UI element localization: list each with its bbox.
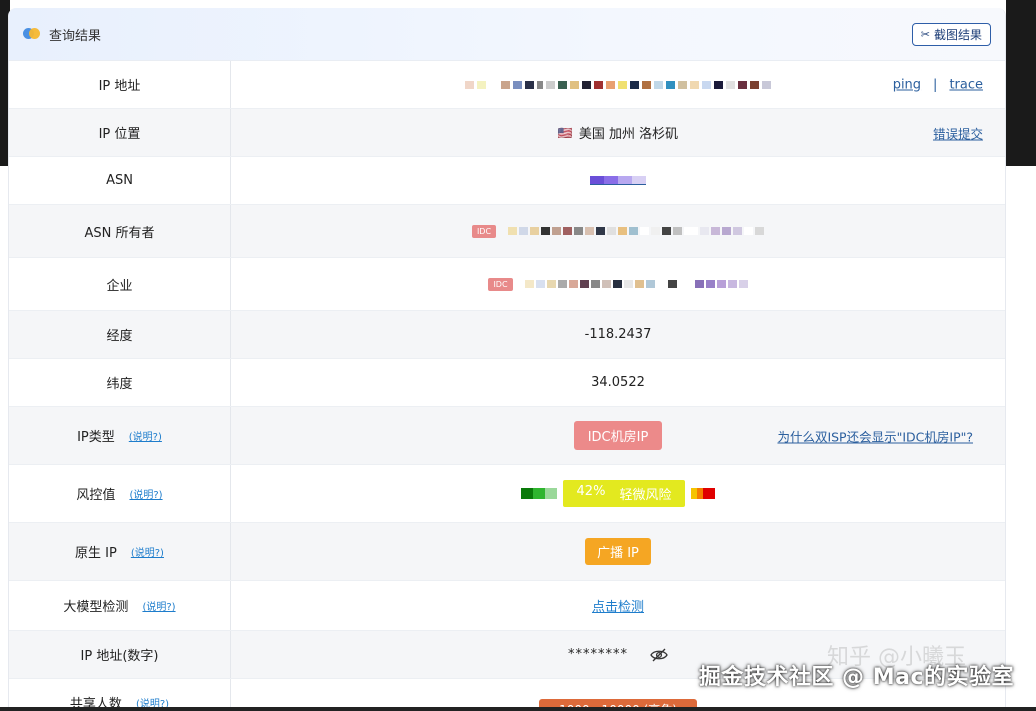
row-llm-detection: 大模型检测 (说明?) 点击检测	[9, 581, 1005, 631]
label-native-ip: 原生 IP (说明?)	[9, 523, 231, 580]
result-card: 查询结果 ✂ 截图结果 IP 地址 ping | trace IP 位置 🇺🇸 美国…	[8, 8, 1006, 711]
header-title: 查询结果	[49, 28, 102, 44]
eye-hidden-icon[interactable]	[650, 648, 668, 662]
native-ip-badge: 广播 IP	[585, 538, 651, 565]
scissors-icon: ✂	[920, 28, 930, 41]
value-ip-location: 🇺🇸 美国 加州 洛杉矶 错误提交	[231, 109, 1005, 156]
label-asn: ASN	[9, 157, 231, 204]
row-company: 企业 IDC	[9, 258, 1005, 311]
background-right	[1006, 0, 1036, 166]
row-ip-address: IP 地址 ping | trace	[9, 61, 1005, 109]
risk-percent: 42%	[576, 484, 606, 499]
label-risk-score: 风控值 (说明?)	[9, 465, 231, 522]
ip-number-masked: ********	[568, 647, 628, 662]
asn-redacted[interactable]	[590, 176, 646, 185]
label-ip-address: IP 地址	[9, 61, 231, 108]
logo-icon	[23, 28, 41, 40]
risk-badge: 42% 轻微风险	[562, 480, 686, 507]
value-ip-type: IDC机房IP 为什么双ISP还会显示"IDC机房IP"?	[231, 407, 1005, 464]
dual-isp-faq-link[interactable]: 为什么双ISP还会显示"IDC机房IP"?	[777, 426, 973, 445]
screenshot-button-label: 截图结果	[933, 27, 982, 42]
report-error-link[interactable]: 错误提交	[933, 123, 983, 142]
risk-help-link[interactable]: (说明?)	[129, 486, 162, 501]
llm-label-text: 大模型检测	[63, 600, 129, 615]
row-asn-owner: ASN 所有者 IDC	[9, 205, 1005, 258]
watermark: 掘金技术社区 @ Mac的实验室	[698, 665, 1014, 690]
click-detect-link[interactable]: 点击检测	[592, 596, 644, 615]
ip-tools: ping | trace	[893, 77, 983, 92]
value-ip-address: ping | trace	[231, 61, 1005, 108]
value-company: IDC	[231, 258, 1005, 310]
ip-type-badge: IDC机房IP	[573, 421, 663, 450]
label-latitude: 纬度	[9, 359, 231, 406]
value-llm-detection: 点击检测	[231, 581, 1005, 630]
label-ip-number: IP 地址(数字)	[9, 631, 231, 678]
label-ip-location: IP 位置	[9, 109, 231, 156]
ip-location-text: 美国 加州 洛杉矶	[578, 127, 679, 142]
row-risk-score: 风控值 (说明?) 42% 轻微风险	[9, 465, 1005, 523]
row-latitude: 纬度 34.0522	[9, 359, 1005, 407]
risk-meter: 42% 轻微风险	[520, 480, 716, 507]
row-native-ip: 原生 IP (说明?) 广播 IP	[9, 523, 1005, 581]
idc-tag: IDC	[488, 277, 513, 291]
link-separator: |	[933, 77, 938, 92]
company-redacted	[524, 280, 748, 288]
idc-tag: IDC	[471, 224, 497, 238]
label-ip-type: IP类型 (说明?)	[9, 407, 231, 464]
us-flag-icon: 🇺🇸	[557, 125, 573, 140]
asn-owner-redacted	[508, 227, 765, 235]
background-bottom	[0, 707, 1036, 711]
risk-label-text: 风控值	[76, 488, 116, 503]
ping-link[interactable]: ping	[893, 77, 921, 92]
value-asn-owner: IDC	[231, 205, 1005, 257]
llm-help-link[interactable]: (说明?)	[142, 598, 175, 613]
value-longitude: -118.2437	[584, 327, 652, 342]
card-header: 查询结果 ✂ 截图结果	[9, 8, 1005, 61]
trace-link[interactable]: trace	[949, 77, 983, 92]
row-longitude: 经度 -118.2437	[9, 311, 1005, 359]
value-native-ip: 广播 IP	[231, 523, 1005, 580]
value-risk-score: 42% 轻微风险	[231, 465, 1005, 522]
native-help-link[interactable]: (说明?)	[131, 544, 164, 559]
label-asn-owner: ASN 所有者	[9, 205, 231, 257]
risk-level: 轻微风险	[619, 488, 672, 503]
row-ip-location: IP 位置 🇺🇸 美国 加州 洛杉矶 错误提交	[9, 109, 1005, 157]
value-latitude: 34.0522	[591, 375, 645, 390]
native-label-text: 原生 IP	[75, 546, 117, 561]
label-llm-detection: 大模型检测 (说明?)	[9, 581, 231, 630]
label-company: 企业	[9, 258, 231, 310]
ip-address-redacted	[465, 80, 771, 89]
row-asn: ASN	[9, 157, 1005, 205]
row-ip-type: IP类型 (说明?) IDC机房IP 为什么双ISP还会显示"IDC机房IP"?	[9, 407, 1005, 465]
screenshot-button[interactable]: ✂ 截图结果	[911, 22, 991, 46]
ip-type-label-text: IP类型	[77, 430, 115, 445]
ip-type-help-link[interactable]: (说明?)	[129, 428, 162, 443]
value-asn	[231, 157, 1005, 204]
label-longitude: 经度	[9, 311, 231, 358]
